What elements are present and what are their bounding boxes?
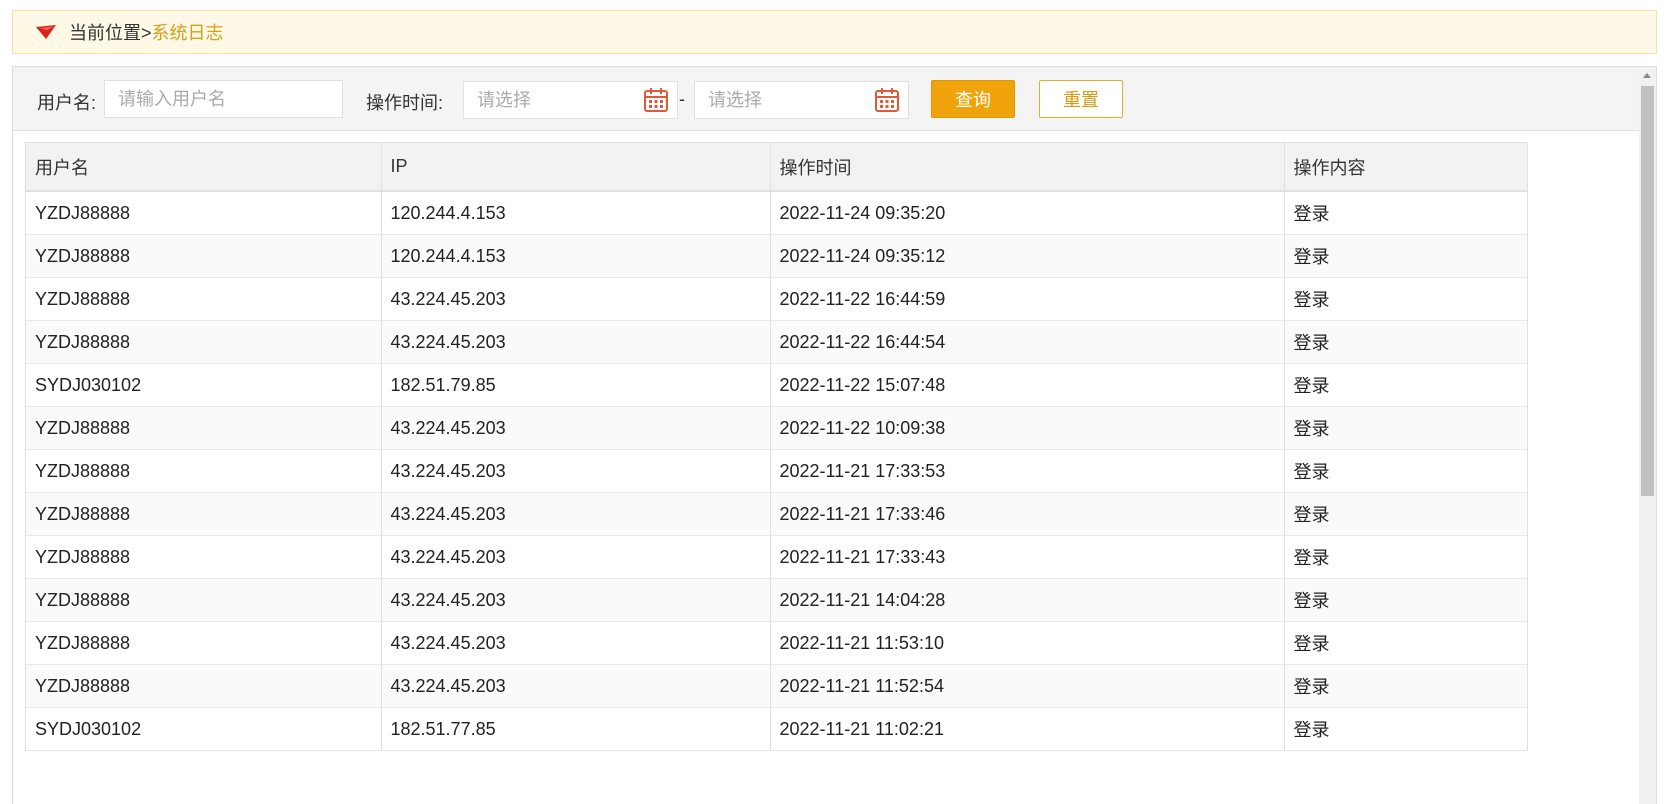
table-row[interactable]: YZDJ88888 43.224.45.203 2022-11-21 17:33:4…	[26, 535, 1527, 579]
reset-button[interactable]: 重置	[1039, 80, 1123, 118]
cell-operation-time: 2022-11-22 10:09:38	[770, 406, 1285, 450]
breadcrumb-current-page[interactable]: 系统日志	[152, 19, 224, 45]
cell-username: YZDJ88888	[26, 449, 382, 493]
cell-operation-time: 2022-11-21 17:33:46	[770, 492, 1285, 536]
date-range-separator: -	[679, 89, 685, 109]
operation-time-label: 操作时间:	[366, 93, 444, 113]
cell-operation-content: 登录	[1284, 277, 1527, 321]
cell-operation-content: 登录	[1284, 707, 1527, 751]
red-arrow-icon	[36, 25, 56, 39]
cell-operation-time: 2022-11-21 17:33:43	[770, 535, 1285, 579]
cell-operation-content: 登录	[1284, 191, 1527, 235]
table-row[interactable]: SYDJ030102 182.51.77.85 2022-11-21 11:02:2…	[26, 707, 1527, 751]
breadcrumb: 当前位置> 系统日志	[12, 10, 1657, 54]
cell-username: SYDJ030102	[26, 707, 382, 751]
table-row[interactable]: YZDJ88888 43.224.45.203 2022-11-21 14:04:2…	[26, 578, 1527, 622]
cell-ip: 43.224.45.203	[381, 277, 771, 321]
cell-username: YZDJ88888	[26, 320, 382, 364]
scroll-up-arrow-icon[interactable]	[1643, 73, 1651, 78]
username-input[interactable]	[104, 80, 343, 118]
cell-username: SYDJ030102	[26, 363, 382, 407]
cell-ip: 43.224.45.203	[381, 535, 771, 579]
log-table: 用户名 IP 操作时间 操作内容 YZDJ88888 120.244.4.153 2…	[25, 142, 1528, 751]
column-header-ip[interactable]: IP	[381, 143, 771, 192]
cell-operation-content: 登录	[1284, 535, 1527, 579]
query-button[interactable]: 查询	[931, 80, 1015, 118]
cell-operation-time: 2022-11-22 16:44:54	[770, 320, 1285, 364]
cell-ip: 43.224.45.203	[381, 449, 771, 493]
table-row[interactable]: YZDJ88888 43.224.45.203 2022-11-21 17:33:4…	[26, 492, 1527, 536]
cell-username: YZDJ88888	[26, 277, 382, 321]
cell-operation-time: 2022-11-21 17:33:53	[770, 449, 1285, 493]
start-date-picker[interactable]	[463, 81, 678, 119]
column-header-operation-content[interactable]: 操作内容	[1284, 143, 1527, 192]
cell-ip: 120.244.4.153	[381, 191, 771, 235]
cell-ip: 43.224.45.203	[381, 492, 771, 536]
breadcrumb-prefix: 当前位置>	[69, 23, 152, 43]
table-row[interactable]: YZDJ88888 120.244.4.153 2022-11-24 09:35:1…	[26, 234, 1527, 278]
cell-ip: 43.224.45.203	[381, 578, 771, 622]
table-row[interactable]: YZDJ88888 43.224.45.203 2022-11-22 16:44:5…	[26, 320, 1527, 364]
cell-username: YZDJ88888	[26, 406, 382, 450]
start-date-input[interactable]	[464, 81, 634, 119]
cell-username: YZDJ88888	[26, 578, 382, 622]
cell-ip: 43.224.45.203	[381, 406, 771, 450]
table-row[interactable]: SYDJ030102 182.51.79.85 2022-11-22 15:07:4…	[26, 363, 1527, 407]
cell-ip: 43.224.45.203	[381, 621, 771, 665]
cell-operation-content: 登录	[1284, 664, 1527, 708]
cell-ip: 120.244.4.153	[381, 234, 771, 278]
cell-ip: 182.51.77.85	[381, 707, 771, 751]
cell-operation-content: 登录	[1284, 621, 1527, 665]
cell-ip: 43.224.45.203	[381, 664, 771, 708]
log-panel: 用户名: 操作时间: -	[12, 66, 1657, 804]
cell-operation-time: 2022-11-22 15:07:48	[770, 363, 1285, 407]
cell-operation-content: 登录	[1284, 363, 1527, 407]
table-row[interactable]: YZDJ88888 43.224.45.203 2022-11-21 17:33:5…	[26, 449, 1527, 493]
cell-operation-content: 登录	[1284, 406, 1527, 450]
scrollbar-thumb[interactable]	[1641, 86, 1654, 496]
table-row[interactable]: YZDJ88888 120.244.4.153 2022-11-24 09:35:2…	[26, 191, 1527, 235]
cell-ip: 182.51.79.85	[381, 363, 771, 407]
cell-operation-time: 2022-11-21 11:02:21	[770, 707, 1285, 751]
username-label: 用户名:	[37, 93, 97, 113]
cell-username: YZDJ88888	[26, 621, 382, 665]
end-date-picker[interactable]	[694, 81, 909, 119]
cell-operation-content: 登录	[1284, 234, 1527, 278]
table-row[interactable]: YZDJ88888 43.224.45.203 2022-11-22 10:09:3…	[26, 406, 1527, 450]
table-row[interactable]: YZDJ88888 43.224.45.203 2022-11-21 11:52:5…	[26, 664, 1527, 708]
cell-operation-content: 登录	[1284, 492, 1527, 536]
cell-operation-time: 2022-11-21 11:52:54	[770, 664, 1285, 708]
cell-operation-content: 登录	[1284, 320, 1527, 364]
calendar-icon[interactable]	[643, 87, 669, 113]
cell-operation-time: 2022-11-22 16:44:59	[770, 277, 1285, 321]
cell-username: YZDJ88888	[26, 492, 382, 536]
search-bar: 用户名: 操作时间: -	[13, 67, 1645, 131]
cell-operation-time: 2022-11-21 14:04:28	[770, 578, 1285, 622]
column-header-operation-time[interactable]: 操作时间	[770, 143, 1285, 192]
calendar-icon[interactable]	[874, 87, 900, 113]
cell-operation-time: 2022-11-24 09:35:12	[770, 234, 1285, 278]
cell-operation-content: 登录	[1284, 578, 1527, 622]
cell-username: YZDJ88888	[26, 535, 382, 579]
cell-operation-time: 2022-11-24 09:35:20	[770, 191, 1285, 235]
cell-username: YZDJ88888	[26, 664, 382, 708]
vertical-scrollbar[interactable]	[1639, 67, 1656, 804]
column-header-username[interactable]: 用户名	[26, 143, 382, 192]
cell-username: YZDJ88888	[26, 234, 382, 278]
cell-ip: 43.224.45.203	[381, 320, 771, 364]
cell-username: YZDJ88888	[26, 191, 382, 235]
table-row[interactable]: YZDJ88888 43.224.45.203 2022-11-22 16:44:5…	[26, 277, 1527, 321]
table-header-row: 用户名 IP 操作时间 操作内容	[26, 143, 1527, 192]
table-row[interactable]: YZDJ88888 43.224.45.203 2022-11-21 11:53:1…	[26, 621, 1527, 665]
cell-operation-time: 2022-11-21 11:53:10	[770, 621, 1285, 665]
end-date-input[interactable]	[695, 81, 865, 119]
cell-operation-content: 登录	[1284, 449, 1527, 493]
